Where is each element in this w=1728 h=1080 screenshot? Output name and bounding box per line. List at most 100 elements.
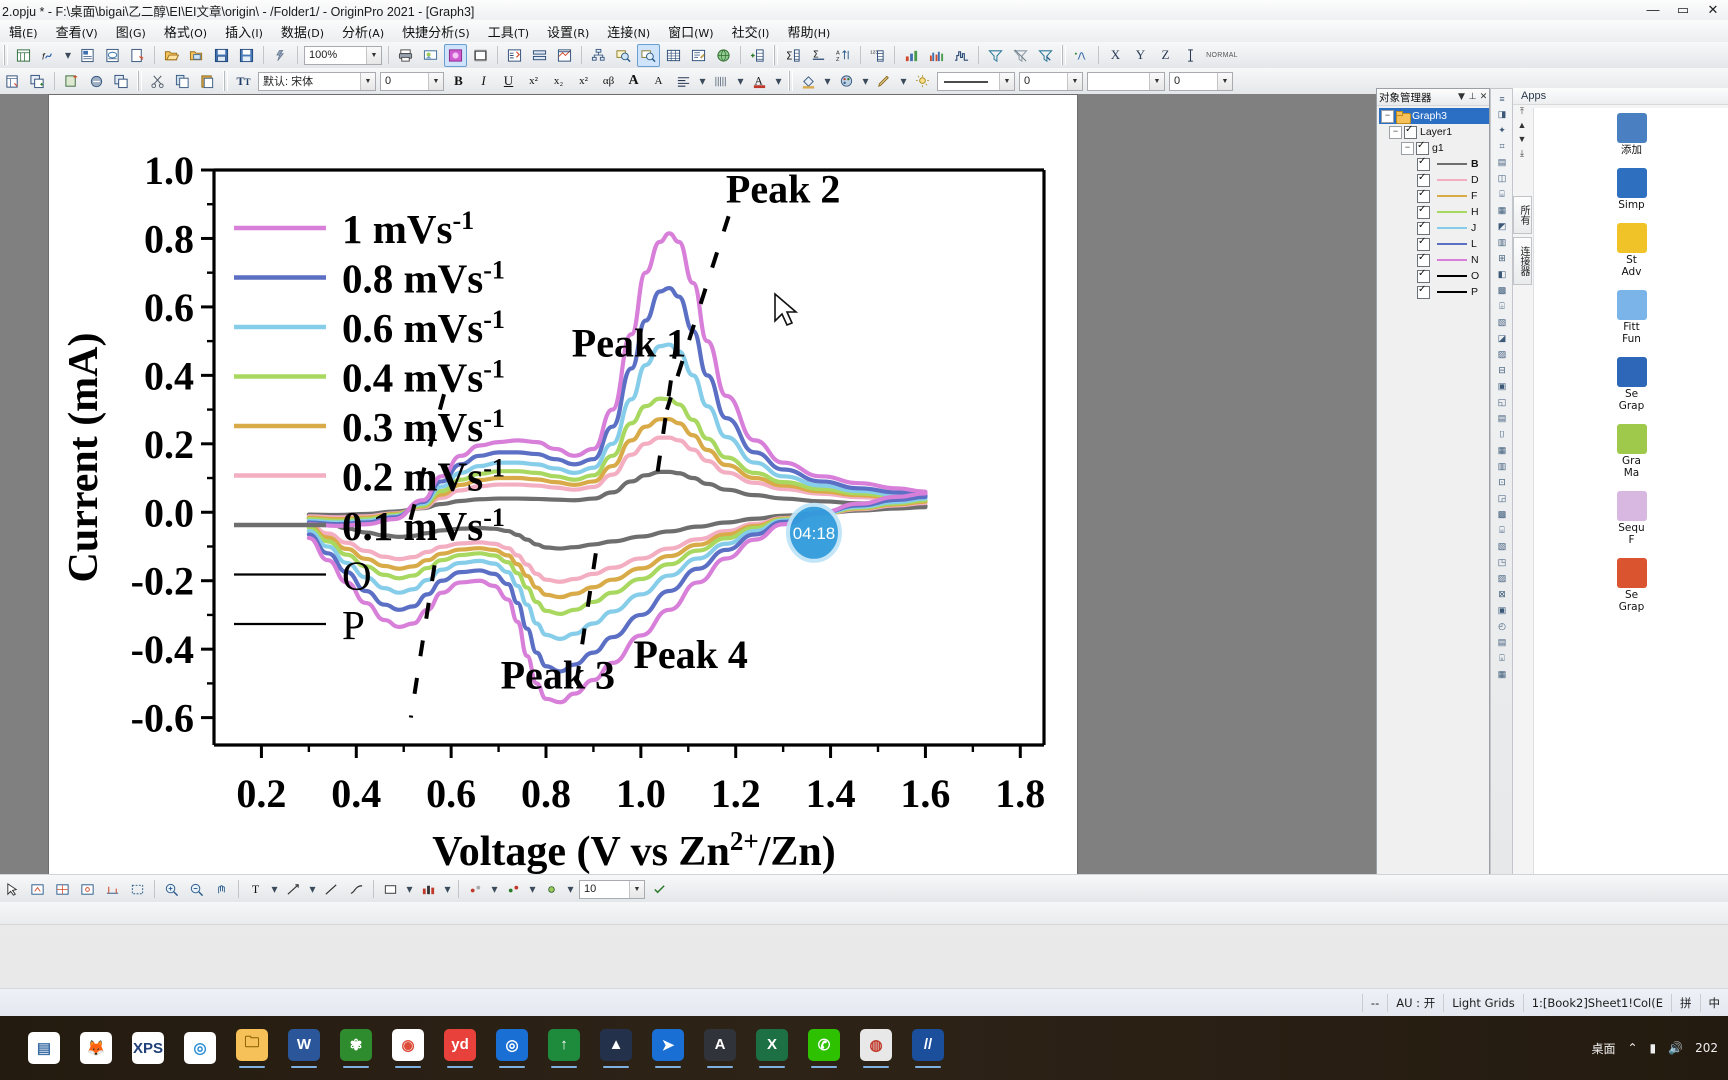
pencil-icon[interactable]	[873, 70, 896, 93]
toolbar-grip[interactable]	[137, 71, 142, 91]
italic-button[interactable]: I	[472, 70, 495, 93]
menu-item-7[interactable]: 快捷分析(S)	[393, 20, 479, 43]
cut-icon[interactable]	[146, 70, 169, 93]
pointer-tool-icon[interactable]	[1, 878, 24, 901]
rail-tool-18[interactable]: ▣	[1494, 379, 1511, 394]
print-icon[interactable]	[394, 44, 417, 67]
apps-vtab-0[interactable]: 所有	[1513, 196, 1532, 234]
menu-item-1[interactable]: 查看(V)	[47, 20, 107, 43]
mask-size-combo[interactable]: 10 ▼	[579, 879, 645, 899]
plot-checkbox-D[interactable]	[1417, 172, 1430, 187]
tree-node-graph3[interactable]: − Graph3	[1379, 108, 1489, 124]
rail-tool-23[interactable]: ▥	[1494, 459, 1511, 474]
chevron-down-icon[interactable]: ▼	[999, 72, 1014, 90]
text-tool-icon[interactable]: T	[244, 878, 267, 901]
fill-color-icon[interactable]	[797, 70, 820, 93]
app-item-2[interactable]: St Adv	[1534, 218, 1728, 285]
taskbar-firefox-icon[interactable]: 🦊	[76, 1032, 116, 1064]
mask-points-icon[interactable]	[464, 878, 487, 901]
rail-tool-21[interactable]: ⌷	[1494, 427, 1511, 442]
close-icon[interactable]: ✕	[1478, 92, 1489, 102]
underline-button[interactable]: U	[497, 70, 520, 93]
app-item-5[interactable]: Gra Ma	[1534, 419, 1728, 486]
superscript-button[interactable]: x²	[522, 70, 545, 93]
plot-checkbox-L[interactable]	[1417, 236, 1430, 251]
rail-tool-35[interactable]: ⌺	[1494, 651, 1511, 666]
paste-icon[interactable]	[196, 70, 219, 93]
rail-tool-25[interactable]: ◲	[1494, 491, 1511, 506]
zoom-in-icon[interactable]	[612, 44, 635, 67]
taskbar-chrome-canary-icon[interactable]: ◎	[180, 1032, 220, 1064]
font-size-combo[interactable]: 0 ▼	[380, 71, 444, 91]
light-icon[interactable]	[911, 70, 934, 93]
add-peak-icon[interactable]	[1070, 44, 1093, 67]
new-notes-icon[interactable]	[126, 44, 149, 67]
network-icon[interactable]: ▮	[1650, 1041, 1657, 1055]
data-table-icon[interactable]	[662, 44, 685, 67]
new-graph-icon[interactable]: f	[37, 44, 60, 67]
chevron-down-icon[interactable]: ▾	[773, 70, 784, 93]
menu-item-13[interactable]: 帮助(H)	[778, 20, 839, 43]
zoom-combo[interactable]: 100% ▼	[304, 45, 382, 65]
chevron-down-icon[interactable]: ▼	[366, 46, 381, 64]
clock-date[interactable]: 202	[1695, 1041, 1718, 1055]
filter-icon[interactable]	[984, 44, 1007, 67]
taskbar-icons[interactable]: ▤ 🦊 XPS ◎ 🗀 W ✾ ◉ yd ◎ ↑ ▲ ➤ A X ✆ ◍ //	[0, 1028, 948, 1068]
taskbar-excel-icon[interactable]: X	[752, 1028, 792, 1068]
menu-item-10[interactable]: 连接(N)	[598, 20, 659, 43]
align-icon[interactable]	[672, 70, 695, 93]
rail-tool-7[interactable]: ▦	[1494, 203, 1511, 218]
plot-checkbox-P[interactable]	[1417, 284, 1430, 299]
y-axis-icon[interactable]: Y	[1129, 44, 1152, 67]
grouped-bar-icon[interactable]	[925, 44, 948, 67]
tree-node-g1[interactable]: − g1	[1379, 140, 1489, 156]
arrow-tool-icon[interactable]	[282, 878, 305, 901]
expander-icon[interactable]: −	[1381, 109, 1394, 123]
rail-tool-28[interactable]: ▧	[1494, 539, 1511, 554]
menu-item-5[interactable]: 数据(D)	[272, 20, 333, 43]
font-family-combo[interactable]: 默认: 宋体 ▼	[258, 71, 376, 91]
new-workbook-icon[interactable]	[12, 44, 35, 67]
save-icon[interactable]	[210, 44, 233, 67]
rail-tool-12[interactable]: ▩	[1494, 283, 1511, 298]
rail-tool-8[interactable]: ◩	[1494, 219, 1511, 234]
tree-node-plot-O[interactable]: O	[1379, 268, 1489, 284]
new-layout-icon[interactable]	[101, 44, 124, 67]
screen-reader-icon[interactable]	[51, 878, 74, 901]
app-item-6[interactable]: Sequ F	[1534, 486, 1728, 553]
group-checkbox[interactable]	[1416, 140, 1429, 155]
apps-list[interactable]: 添加 Simp St Adv Fitt Fun Se Grap Gra Ma Sequ F Se Grap	[1533, 108, 1728, 878]
rail-tool-31[interactable]: ⊠	[1494, 587, 1511, 602]
font-color-icon[interactable]: A	[748, 70, 771, 93]
chevron-down-icon[interactable]: ▼	[1067, 72, 1082, 90]
zoom-pan-icon[interactable]	[637, 43, 660, 67]
line-spacing-icon[interactable]	[710, 70, 733, 93]
taskbar-seaweed-icon[interactable]: ✾	[336, 1028, 376, 1068]
palette-icon[interactable]	[835, 70, 858, 93]
apps-scroll-controls[interactable]: ⤒ ▲ ▼ ⤓	[1515, 106, 1529, 162]
tree-node-plot-L[interactable]: L	[1379, 236, 1489, 252]
tree-node-plot-D[interactable]: D	[1379, 172, 1489, 188]
tree-node-plot-F[interactable]: F	[1379, 188, 1489, 204]
apps-scroll-3[interactable]: ⤓	[1515, 148, 1529, 162]
pan-tool-icon[interactable]	[210, 878, 233, 901]
zoom-out-tool-icon[interactable]	[185, 878, 208, 901]
chevron-down-icon[interactable]: ▼	[1456, 92, 1467, 102]
chevron-down-icon[interactable]: ▾	[442, 878, 453, 901]
open-icon[interactable]	[160, 44, 183, 67]
bar-chart-icon[interactable]	[900, 44, 923, 67]
scale-in-icon[interactable]	[26, 878, 49, 901]
rail-tool-30[interactable]: ▨	[1494, 571, 1511, 586]
run-script-icon[interactable]	[269, 44, 292, 67]
rail-tool-14[interactable]: ▧	[1494, 315, 1511, 330]
apps-panel[interactable]: Apps ⤒ ▲ ▼ ⤓ 所有 连接器 添加 Simp St Adv Fitt Fun Se Grap…	[1512, 88, 1728, 878]
x-axis-icon[interactable]: X	[1104, 44, 1127, 67]
rail-tool-36[interactable]: ▦	[1494, 667, 1511, 682]
chevron-down-icon[interactable]: ▾	[489, 878, 500, 901]
curve-tool-icon[interactable]	[345, 878, 368, 901]
rail-tool-29[interactable]: ◳	[1494, 555, 1511, 570]
apps-scroll-1[interactable]: ▲	[1515, 120, 1529, 134]
menu-item-12[interactable]: 社交(I)	[723, 20, 779, 43]
show-desktop-label[interactable]: 桌面	[1591, 1040, 1615, 1057]
workspace[interactable]: 0.2 0.4 0.6 0.8 1.0 1.2 1.4 1.6 1.8 -0.6 -0.4 -0.2 0…	[0, 94, 1516, 876]
